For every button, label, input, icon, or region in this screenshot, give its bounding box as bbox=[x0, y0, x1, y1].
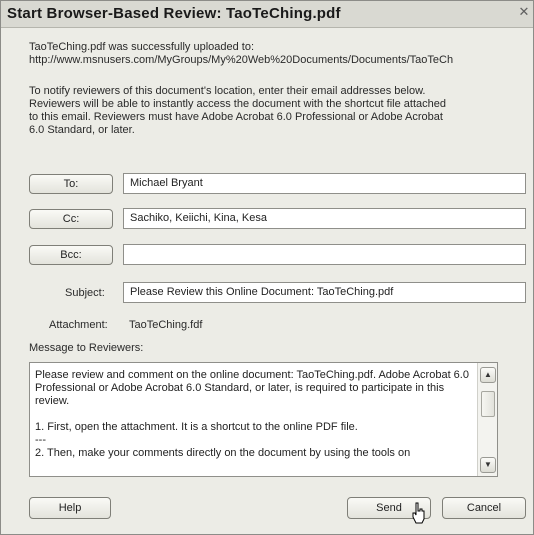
subject-label: Subject: bbox=[65, 287, 105, 299]
dialog-title: Start Browser-Based Review: TaoTeChing.p… bbox=[7, 5, 341, 22]
instructions-line-2: Reviewers will be able to instantly acce… bbox=[29, 98, 446, 110]
message-body[interactable]: Please review and comment on the online … bbox=[35, 369, 469, 460]
upload-success-text: TaoTeChing.pdf was successfully uploaded… bbox=[29, 41, 255, 53]
cancel-button[interactable]: Cancel bbox=[442, 497, 526, 519]
instructions-line-3: to this email. Reviewers must have Adobe… bbox=[29, 111, 443, 123]
message-label: Message to Reviewers: bbox=[29, 342, 144, 354]
attachment-filename: TaoTeChing.fdf bbox=[129, 319, 203, 331]
instructions-line-1: To notify reviewers of this document's l… bbox=[29, 85, 426, 97]
bcc-button[interactable]: Bcc: bbox=[29, 245, 113, 265]
scroll-down-icon[interactable]: ▼ bbox=[480, 457, 496, 473]
message-textarea[interactable]: Please review and comment on the online … bbox=[29, 362, 498, 477]
subject-field[interactable]: Please Review this Online Document: TaoT… bbox=[123, 282, 526, 303]
cc-field[interactable]: Sachiko, Keiichi, Kina, Kesa bbox=[123, 208, 526, 229]
upload-url: http://www.msnusers.com/MyGroups/My%20We… bbox=[29, 54, 454, 66]
hand-cursor-icon bbox=[412, 502, 425, 524]
help-button[interactable]: Help bbox=[29, 497, 111, 519]
review-dialog: Start Browser-Based Review: TaoTeChing.p… bbox=[0, 0, 534, 535]
message-scrollbar[interactable]: ▲ ▼ bbox=[477, 363, 497, 476]
bcc-field[interactable] bbox=[123, 244, 526, 265]
scroll-up-icon[interactable]: ▲ bbox=[480, 367, 496, 383]
scroll-thumb[interactable] bbox=[481, 391, 495, 417]
close-icon[interactable]: ✕ bbox=[518, 5, 530, 19]
title-bar[interactable]: Start Browser-Based Review: TaoTeChing.p… bbox=[1, 1, 533, 28]
to-field[interactable]: Michael Bryant bbox=[123, 173, 526, 194]
cc-button[interactable]: Cc: bbox=[29, 209, 113, 229]
to-button[interactable]: To: bbox=[29, 174, 113, 194]
instructions-line-4: 6.0 Standard, or later. bbox=[29, 124, 135, 136]
attachment-label: Attachment: bbox=[49, 319, 108, 331]
